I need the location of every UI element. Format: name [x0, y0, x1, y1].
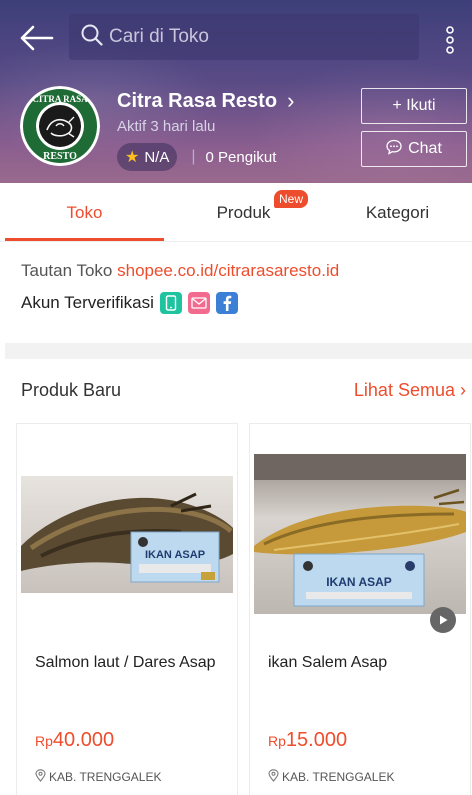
product-location: KAB. TRENGGALEK	[35, 769, 161, 785]
product-name: Salmon laut / Dares Asap	[35, 654, 216, 671]
shop-header: Cari di Toko CITRA RASA RESTO Citra Rasa…	[0, 0, 472, 183]
back-arrow-icon[interactable]	[18, 22, 54, 54]
chat-bubble-icon	[386, 139, 408, 160]
logo-lettering: RESTO	[43, 151, 77, 162]
shop-name[interactable]: Citra Rasa Resto ›	[117, 88, 294, 114]
location-pin-icon	[268, 769, 282, 785]
search-icon	[81, 24, 103, 51]
new-badge: New	[274, 190, 309, 208]
rating-value: N/A	[144, 148, 170, 166]
location-text: KAB. TRENGGALEK	[282, 770, 395, 784]
section-divider	[5, 343, 472, 359]
location-text: KAB. TRENGGALEK	[49, 770, 162, 784]
shop-meta: ★ N/A | 0 Pengikut	[117, 143, 276, 171]
phone-icon	[159, 292, 182, 314]
shop-link-url[interactable]: shopee.co.id/citrarasaresto.id	[117, 261, 339, 280]
shop-tabs: Toko Produk Kategori	[0, 183, 472, 242]
follower-count: 0 Pengikut	[205, 148, 277, 166]
tab-toko[interactable]: Toko	[5, 183, 164, 242]
see-all-label: Lihat Semua	[353, 380, 455, 400]
meta-separator: |	[191, 148, 196, 165]
location-pin-icon	[35, 769, 49, 785]
rating-badge: ★ N/A	[117, 143, 178, 171]
verified-account-row: Akun Terverifikasi	[21, 290, 238, 316]
tab-kategori[interactable]: Kategori	[323, 183, 472, 242]
facebook-icon	[215, 292, 238, 314]
follow-button[interactable]: + Ikuti	[361, 88, 467, 124]
chevron-right-icon: ›	[460, 380, 466, 400]
verified-label: Akun Terverifikasi	[21, 293, 154, 312]
product-price: Rp15.000	[268, 729, 347, 752]
package-label: IKAN ASAP	[145, 549, 205, 561]
email-icon	[187, 292, 210, 314]
shop-name-text: Citra Rasa Resto	[117, 89, 278, 112]
product-price: Rp40.000	[35, 729, 114, 752]
shop-link-row: Tautan Toko shopee.co.id/citrarasaresto.…	[21, 261, 339, 281]
section-title: Produk Baru	[21, 380, 122, 400]
chevron-right-icon: ›	[287, 88, 295, 113]
search-placeholder: Cari di Toko	[109, 26, 209, 47]
package-label: IKAN ASAP	[326, 575, 392, 589]
price-currency: Rp	[268, 733, 286, 749]
price-value: 40.000	[52, 729, 115, 751]
play-video-icon[interactable]	[430, 607, 456, 633]
product-card[interactable]: IKAN ASAP Salmon laut / Dares Asap Rp40.…	[16, 423, 238, 795]
more-options-icon[interactable]	[436, 20, 464, 60]
see-all-link[interactable]: Lihat Semua ›	[354, 380, 466, 401]
product-image: IKAN ASAP	[254, 454, 466, 614]
active-tab-indicator	[5, 238, 164, 241]
active-status: Aktif 3 hari lalu	[117, 118, 216, 135]
price-value: 15.000	[285, 729, 348, 751]
product-location: KAB. TRENGGALEK	[268, 769, 394, 785]
shop-link-label: Tautan Toko	[21, 261, 113, 280]
follow-button-label: + Ikuti	[392, 97, 436, 114]
chat-button-label: Chat	[408, 140, 442, 157]
shop-logo[interactable]: CITRA RASA RESTO	[20, 86, 100, 166]
chat-button[interactable]: Chat	[361, 131, 467, 167]
product-name: ikan Salem Asap	[268, 654, 388, 671]
search-input[interactable]: Cari di Toko	[69, 14, 419, 60]
logo-lettering: CITRA RASA	[32, 94, 88, 104]
product-image: IKAN ASAP	[21, 476, 233, 593]
product-card[interactable]: IKAN ASAP ikan Salem Asap Rp15.000 KAB. …	[249, 423, 471, 795]
star-icon: ★	[125, 149, 140, 166]
price-currency: Rp	[35, 733, 53, 749]
